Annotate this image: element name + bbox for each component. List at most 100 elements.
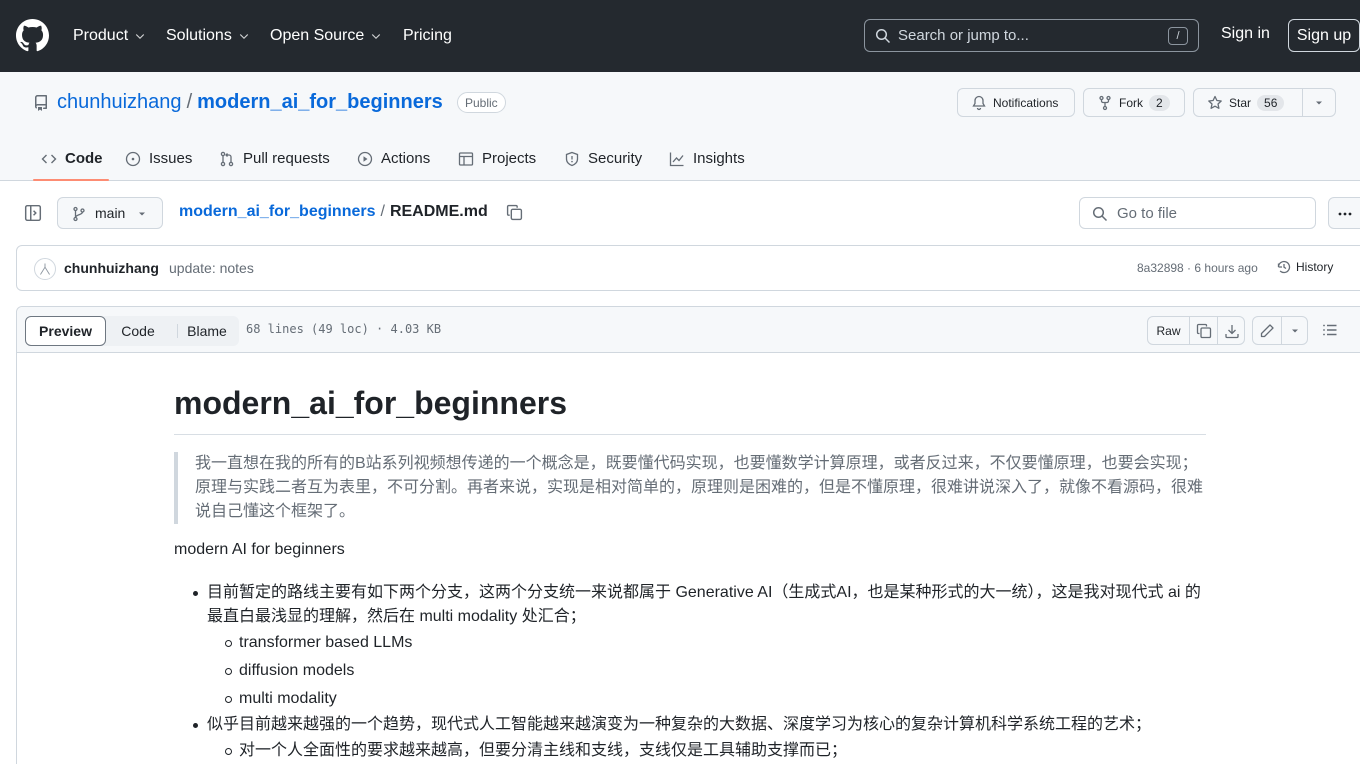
search-shortcut-key: / (1168, 27, 1188, 45)
tab-insights[interactable]: Insights (669, 136, 745, 181)
tab-projects[interactable]: Projects (458, 136, 536, 181)
code-view-tab[interactable]: Code (110, 316, 166, 346)
search-placeholder: Search or jump to... (898, 27, 1029, 44)
file-viewer: Preview Code Blame 68 lines (49 loc) · 4… (16, 306, 1360, 764)
nav-product[interactable]: Product (73, 25, 146, 47)
file-breadcrumb: modern_ai_for_beginners / README.md (179, 203, 488, 221)
list-item: 对一个人全面性的要求越来越高，但要分清主线和支线，支线仅是工具辅助支撑而已； (207, 737, 1206, 764)
search-icon (1092, 206, 1108, 222)
branch-selector[interactable]: main (57, 197, 163, 229)
nav-solutions[interactable]: Solutions (166, 25, 250, 47)
file-info: 68 lines (49 loc) · 4.03 KB (246, 322, 442, 336)
global-header: Product Solutions Open Source Pricing Se… (0, 0, 1360, 72)
list-item: 似乎目前越来越强的一个趋势，现代式人工智能越来越演变为一种复杂的大数据、深度学习… (174, 713, 1206, 764)
pull-request-icon (220, 151, 234, 166)
latest-commit-bar: chunhuizhang update: notes 8a32898 · 6 h… (16, 245, 1360, 291)
commit-sha-time[interactable]: 8a32898 · 6 hours ago (1137, 261, 1258, 275)
issue-icon (125, 151, 141, 166)
preview-tab[interactable]: Preview (25, 316, 106, 346)
star-label: Star (1229, 95, 1252, 110)
fork-label: Fork (1119, 95, 1143, 110)
tab-insights-label: Insights (693, 150, 745, 167)
readme-quote: 我一直想在我的所有的B站系列视频想传递的一个概念是，既要懂代码实现，也要懂数学计… (174, 452, 1206, 524)
caret-down-icon (139, 212, 145, 216)
repo-name-link[interactable]: modern_ai_for_beginners (197, 91, 443, 114)
list-item-text: 似乎目前越来越强的一个趋势，现代式人工智能越来越演变为一种复杂的大数据、深度学习… (207, 716, 1152, 733)
tab-actions-label: Actions (381, 150, 431, 167)
breadcrumb-repo-link[interactable]: modern_ai_for_beginners (179, 203, 376, 221)
sidebar-expand-icon[interactable] (24, 204, 42, 222)
sign-up-button[interactable]: Sign up (1288, 19, 1360, 52)
go-to-file-placeholder: Go to file (1117, 205, 1178, 222)
tab-code-label: Code (65, 150, 103, 167)
commit-author-link[interactable]: chunhuizhang (64, 260, 159, 276)
tab-issues[interactable]: Issues (125, 136, 192, 181)
star-icon (1208, 95, 1222, 109)
list-item: transformer based LLMs (207, 629, 1206, 657)
history-button[interactable]: History (1276, 259, 1333, 275)
nav-pricing-label: Pricing (403, 27, 452, 44)
repo-icon (34, 95, 47, 111)
history-label: History (1296, 260, 1334, 274)
caret-down-icon (1292, 329, 1298, 332)
copy-raw-button[interactable] (1190, 317, 1217, 344)
nav-solutions-label: Solutions (166, 27, 232, 44)
star-button-divider (1302, 89, 1303, 116)
global-search-input[interactable]: Search or jump to... / (864, 19, 1199, 52)
notifications-button[interactable]: Notifications (957, 88, 1075, 117)
notifications-label: Notifications (993, 95, 1059, 110)
fork-button[interactable]: Fork 2 (1083, 88, 1185, 117)
repo-owner-link[interactable]: chunhuizhang (57, 91, 182, 114)
chevron-down-icon (372, 34, 381, 40)
tab-pull-requests-label: Pull requests (243, 150, 330, 167)
nav-open-source[interactable]: Open Source (270, 25, 382, 47)
nav-pricing[interactable]: Pricing (403, 25, 452, 47)
tab-issues-label: Issues (149, 150, 193, 167)
sub-list: transformer based LLMs diffusion models … (207, 629, 1206, 713)
tab-actions[interactable]: Actions (357, 136, 430, 181)
play-icon (357, 151, 373, 166)
list-unordered-icon[interactable] (1322, 322, 1338, 338)
nav-product-label: Product (73, 27, 129, 44)
blame-tab[interactable]: Blame (178, 316, 236, 346)
more-options-button[interactable] (1328, 197, 1360, 229)
table-icon (458, 151, 474, 166)
download-button[interactable] (1218, 317, 1245, 344)
copy-icon[interactable] (506, 204, 523, 221)
kebab-horizontal-icon (1338, 212, 1352, 216)
go-to-file-input[interactable]: Go to file (1079, 197, 1316, 229)
copy-icon (1196, 323, 1211, 338)
repo-title-separator: / (186, 91, 193, 113)
code-icon (41, 154, 57, 163)
tab-security-label: Security (588, 150, 643, 167)
history-icon (1277, 260, 1291, 274)
file-header: Preview Code Blame 68 lines (49 loc) · 4… (17, 307, 1360, 353)
readme-title: modern_ai_for_beginners (174, 385, 567, 421)
raw-actions-group: Raw (1147, 316, 1245, 345)
view-switcher: Preview Code Blame (25, 316, 239, 346)
active-tab-indicator (33, 179, 109, 181)
readme-intro: modern AI for beginners (174, 541, 345, 558)
commit-message-link[interactable]: update: notes (169, 260, 254, 276)
edit-file-button[interactable] (1253, 317, 1281, 344)
readme-list: 目前暂定的路线主要有如下两个分支，这两个分支统一来说都属于 Generative… (174, 581, 1206, 764)
fork-count: 2 (1149, 94, 1170, 111)
fork-icon (1099, 95, 1111, 110)
caret-down-icon[interactable] (1313, 97, 1325, 109)
sub-list: 对一个人全面性的要求越来越高，但要分清主线和支线，支线仅是工具辅助支撑而已； (207, 737, 1206, 764)
repo-header: chunhuizhang / modern_ai_for_beginners P… (0, 72, 1360, 181)
list-item: 目前暂定的路线主要有如下两个分支，这两个分支统一来说都属于 Generative… (174, 581, 1206, 713)
tab-pull-requests[interactable]: Pull requests (219, 136, 330, 181)
edit-actions-group (1252, 316, 1308, 345)
bell-icon (972, 95, 986, 110)
tab-security[interactable]: Security (564, 136, 642, 181)
github-logo-icon[interactable] (16, 19, 49, 52)
sign-in-link[interactable]: Sign in (1221, 25, 1270, 43)
star-button[interactable]: Star 56 (1193, 88, 1336, 117)
tab-code[interactable]: Code (41, 136, 103, 181)
list-item: multi modality (207, 685, 1206, 713)
raw-button[interactable]: Raw (1148, 317, 1189, 344)
visibility-badge: Public (457, 92, 506, 113)
avatar[interactable] (34, 258, 56, 280)
edit-dropdown-button[interactable] (1282, 317, 1308, 344)
